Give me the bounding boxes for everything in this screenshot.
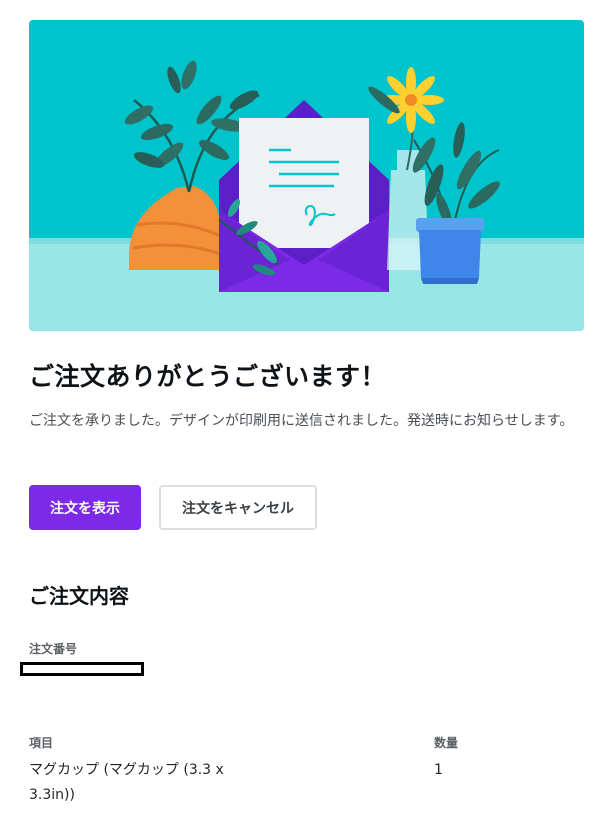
order-details-heading: ご注文内容: [29, 584, 129, 608]
view-order-button[interactable]: 注文を表示: [29, 485, 141, 530]
order-number-label: 注文番号: [29, 642, 78, 656]
column-header-item: 項目: [29, 736, 54, 750]
envelope-letter-plants-illustration: [29, 20, 584, 331]
order-number-redacted: [20, 662, 144, 676]
cancel-order-button[interactable]: 注文をキャンセル: [159, 485, 317, 530]
item-name: マグカップ (マグカップ (3.3 x 3.3in)): [29, 762, 224, 803]
envelope-icon: [219, 100, 389, 292]
confirmation-message: ご注文を承りました。デザインが印刷用に送信されました。発送時にお知らせします。: [29, 413, 574, 429]
page-title: ご注文ありがとうございます！: [29, 362, 387, 391]
hero-illustration: [29, 20, 584, 331]
column-header-quantity: 数量: [434, 736, 459, 750]
order-confirmation-page: ご注文ありがとうございます！ ご注文を承りました。デザインが印刷用に送信されまし…: [0, 0, 608, 825]
item-quantity: 1: [434, 762, 443, 778]
